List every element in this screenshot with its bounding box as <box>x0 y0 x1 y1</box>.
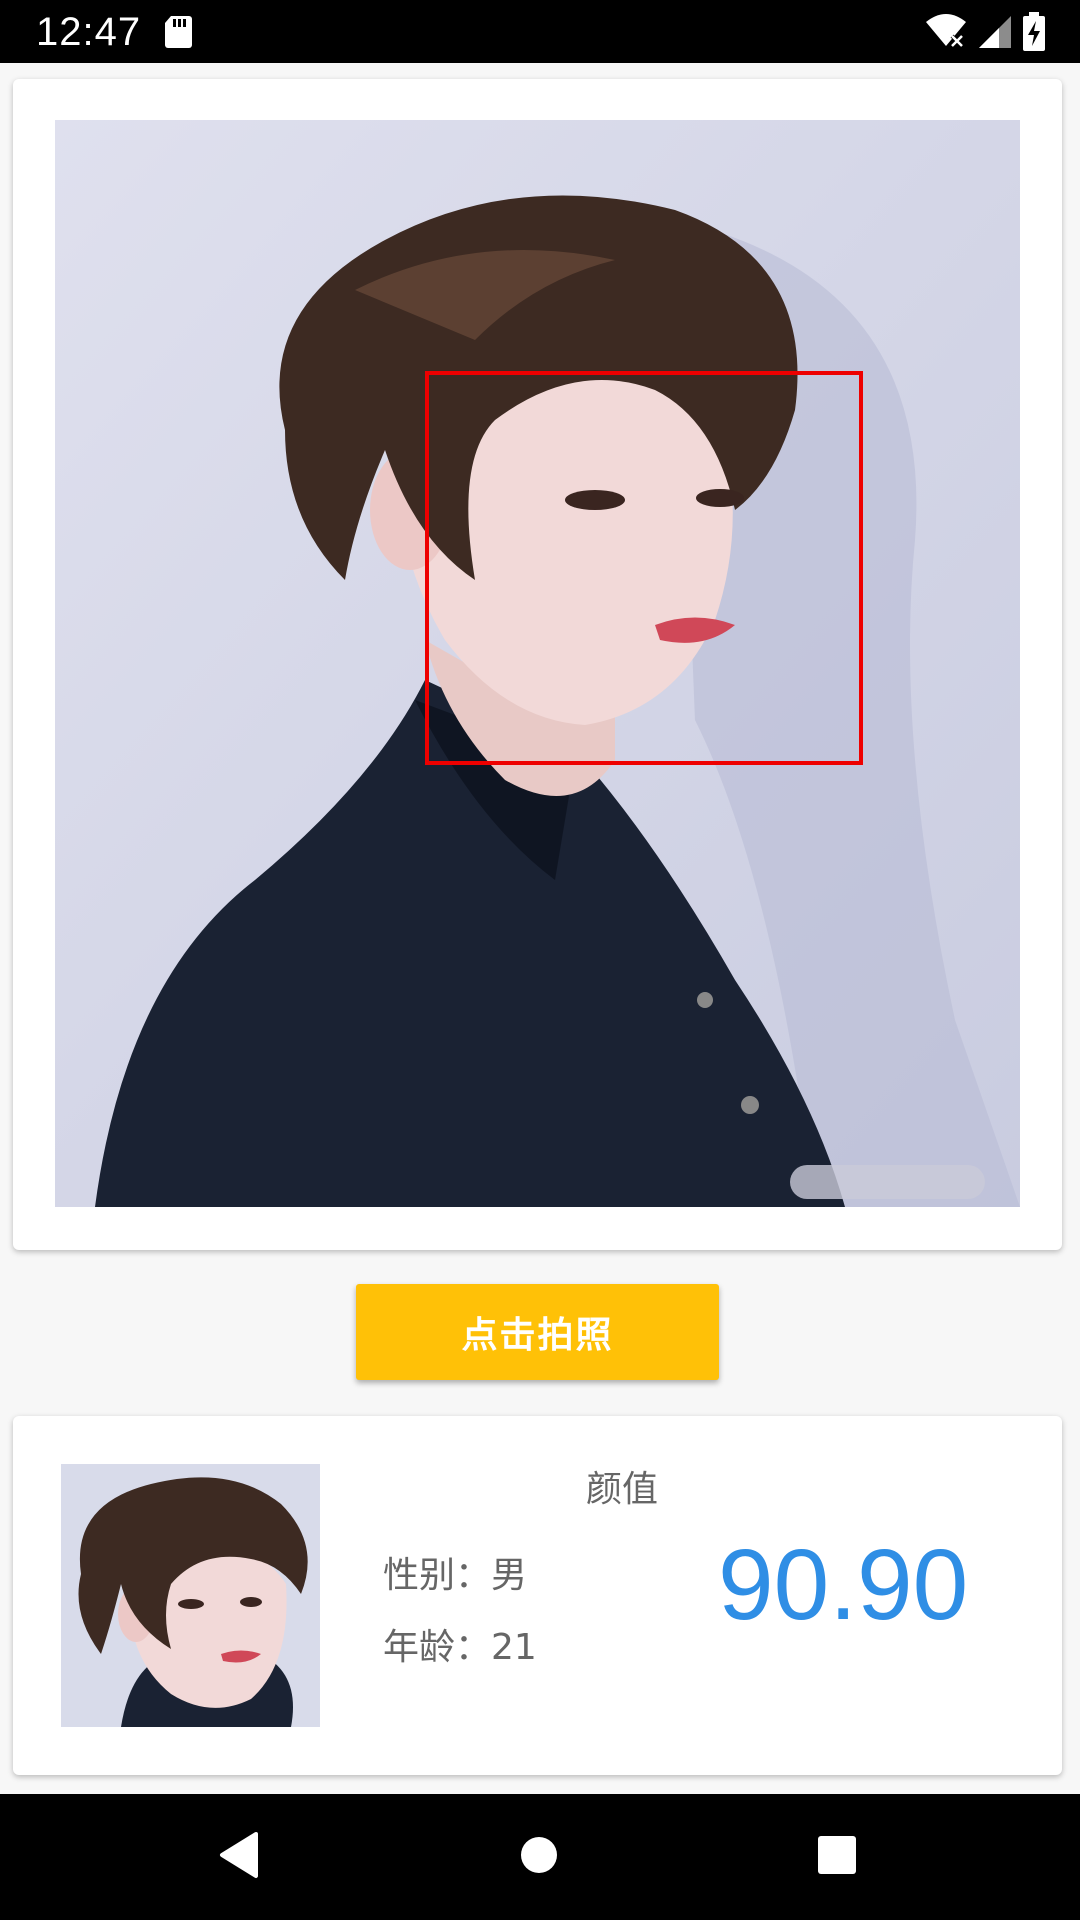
result-card: 颜值 性别：男 年龄：21 90.90 <box>13 1416 1062 1775</box>
face-thumbnail <box>61 1464 320 1727</box>
age-value: 21 <box>491 1627 537 1668</box>
home-icon[interactable] <box>519 1830 559 1880</box>
status-time: 12:47 <box>36 10 142 54</box>
status-bar: 12:47 <box>0 0 1080 63</box>
back-icon[interactable] <box>216 1830 262 1880</box>
score-label: 颜值 <box>586 1469 659 1510</box>
status-icons <box>920 12 1046 52</box>
age-label: 年龄： <box>383 1627 492 1668</box>
gender-value: 男 <box>491 1555 528 1596</box>
gender-label: 性别： <box>383 1555 492 1596</box>
recents-icon[interactable] <box>817 1830 857 1880</box>
sd-card-icon <box>165 16 192 48</box>
battery-charging-icon <box>1023 12 1045 51</box>
signal-icon <box>978 16 1011 48</box>
capture-photo-button[interactable]: 点击拍照 <box>356 1284 719 1380</box>
wifi-icon <box>925 14 966 48</box>
gender-row: 性别：男 <box>383 1546 527 1598</box>
photo-card <box>13 79 1062 1250</box>
face-detection-box <box>425 371 863 765</box>
navigation-bar <box>0 1794 1080 1920</box>
age-row: 年龄：21 <box>383 1618 537 1670</box>
score-value: 90.90 <box>718 1529 969 1641</box>
portrait-photo <box>55 120 1020 1207</box>
